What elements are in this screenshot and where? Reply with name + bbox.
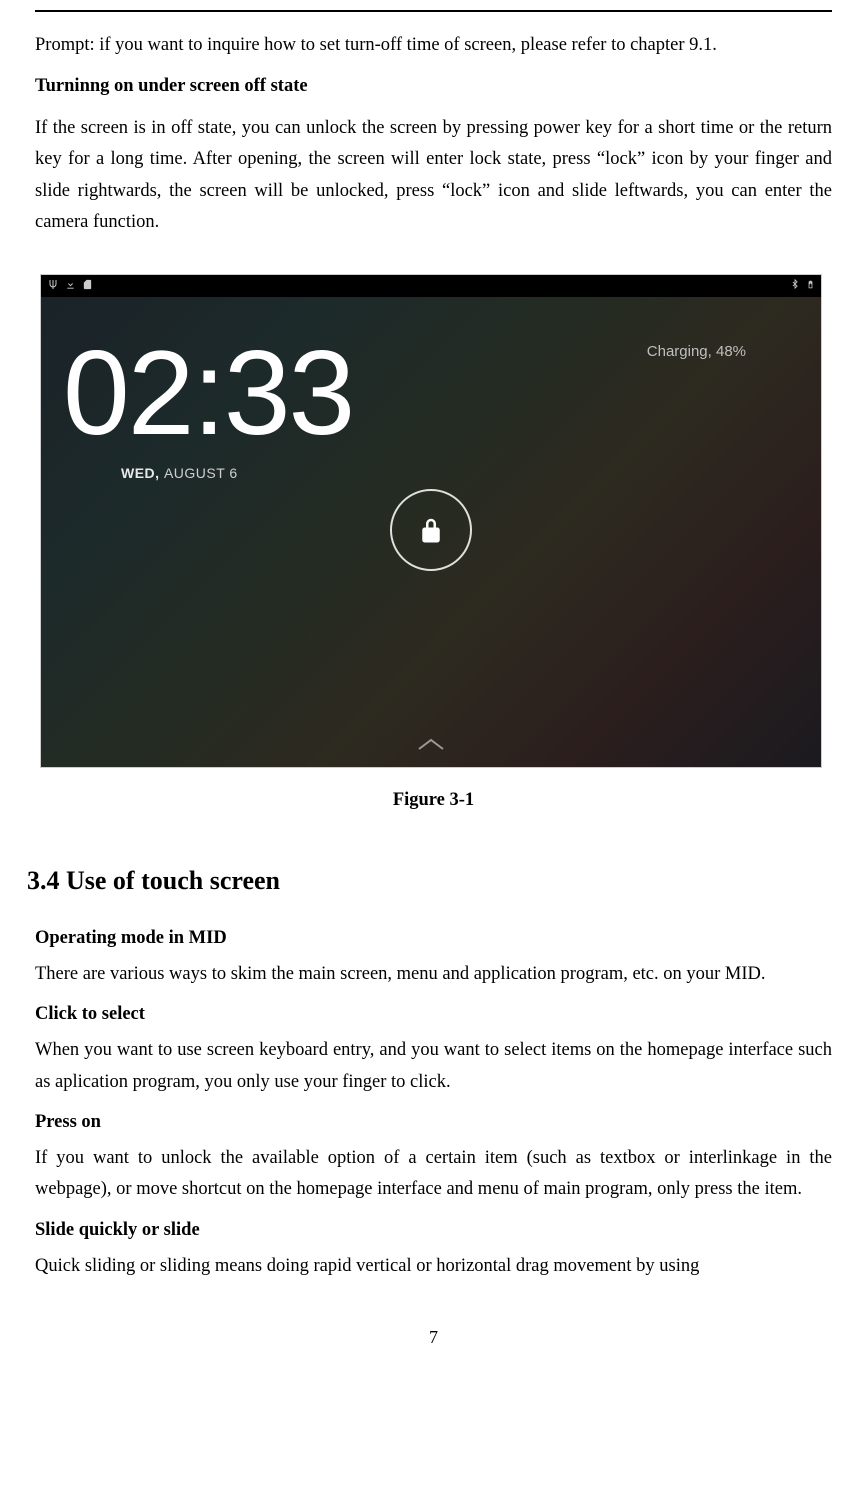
body-press-on: If you want to unlock the available opti… xyxy=(35,1143,832,1206)
subheading-slide: Slide quickly or slide xyxy=(35,1220,832,1241)
bluetooth-icon xyxy=(790,278,800,293)
figure-caption: Figure 3-1 xyxy=(35,790,832,811)
subheading-operating-mode: Operating mode in MID xyxy=(35,928,832,949)
date-main: AUGUST 6 xyxy=(164,465,238,481)
subheading-press-on: Press on xyxy=(35,1112,832,1133)
section-heading-3-4: 3.4 Use of touch screen xyxy=(27,866,832,896)
clock-date: WED, AUGUST 6 xyxy=(121,465,353,481)
lock-icon xyxy=(416,515,446,545)
sdcard-icon xyxy=(82,279,93,293)
lock-ring[interactable] xyxy=(390,489,472,571)
battery-icon xyxy=(806,278,815,294)
top-rule xyxy=(35,10,832,12)
download-icon xyxy=(65,279,76,293)
statusbar-left xyxy=(47,278,93,293)
date-prefix: WED, xyxy=(121,465,164,481)
subheading-turning-on: Turninng on under screen off state xyxy=(35,71,832,102)
page-content: Prompt: if you want to inquire how to se… xyxy=(0,0,867,1368)
prompt-paragraph: Prompt: if you want to inquire how to se… xyxy=(35,30,832,61)
subheading-click-select: Click to select xyxy=(35,1004,832,1025)
body-click-select: When you want to use screen keyboard ent… xyxy=(35,1035,832,1098)
psi-icon xyxy=(47,278,59,293)
body-slide: Quick sliding or sliding means doing rap… xyxy=(35,1251,832,1282)
charging-label: Charging, 48% xyxy=(647,343,746,360)
status-bar xyxy=(41,275,821,297)
body-operating-mode: There are various ways to skim the main … xyxy=(35,959,832,990)
caret-up-icon[interactable] xyxy=(416,736,446,757)
page-number: 7 xyxy=(35,1327,832,1348)
body-turning-on: If the screen is in off state, you can u… xyxy=(35,113,832,239)
lockscreen-figure: Charging, 48% 02:33 WED, AUGUST 6 xyxy=(40,274,822,768)
clock-time: 02:33 xyxy=(63,333,353,453)
clock-area: 02:33 WED, AUGUST 6 xyxy=(63,333,353,481)
statusbar-right xyxy=(790,278,815,294)
